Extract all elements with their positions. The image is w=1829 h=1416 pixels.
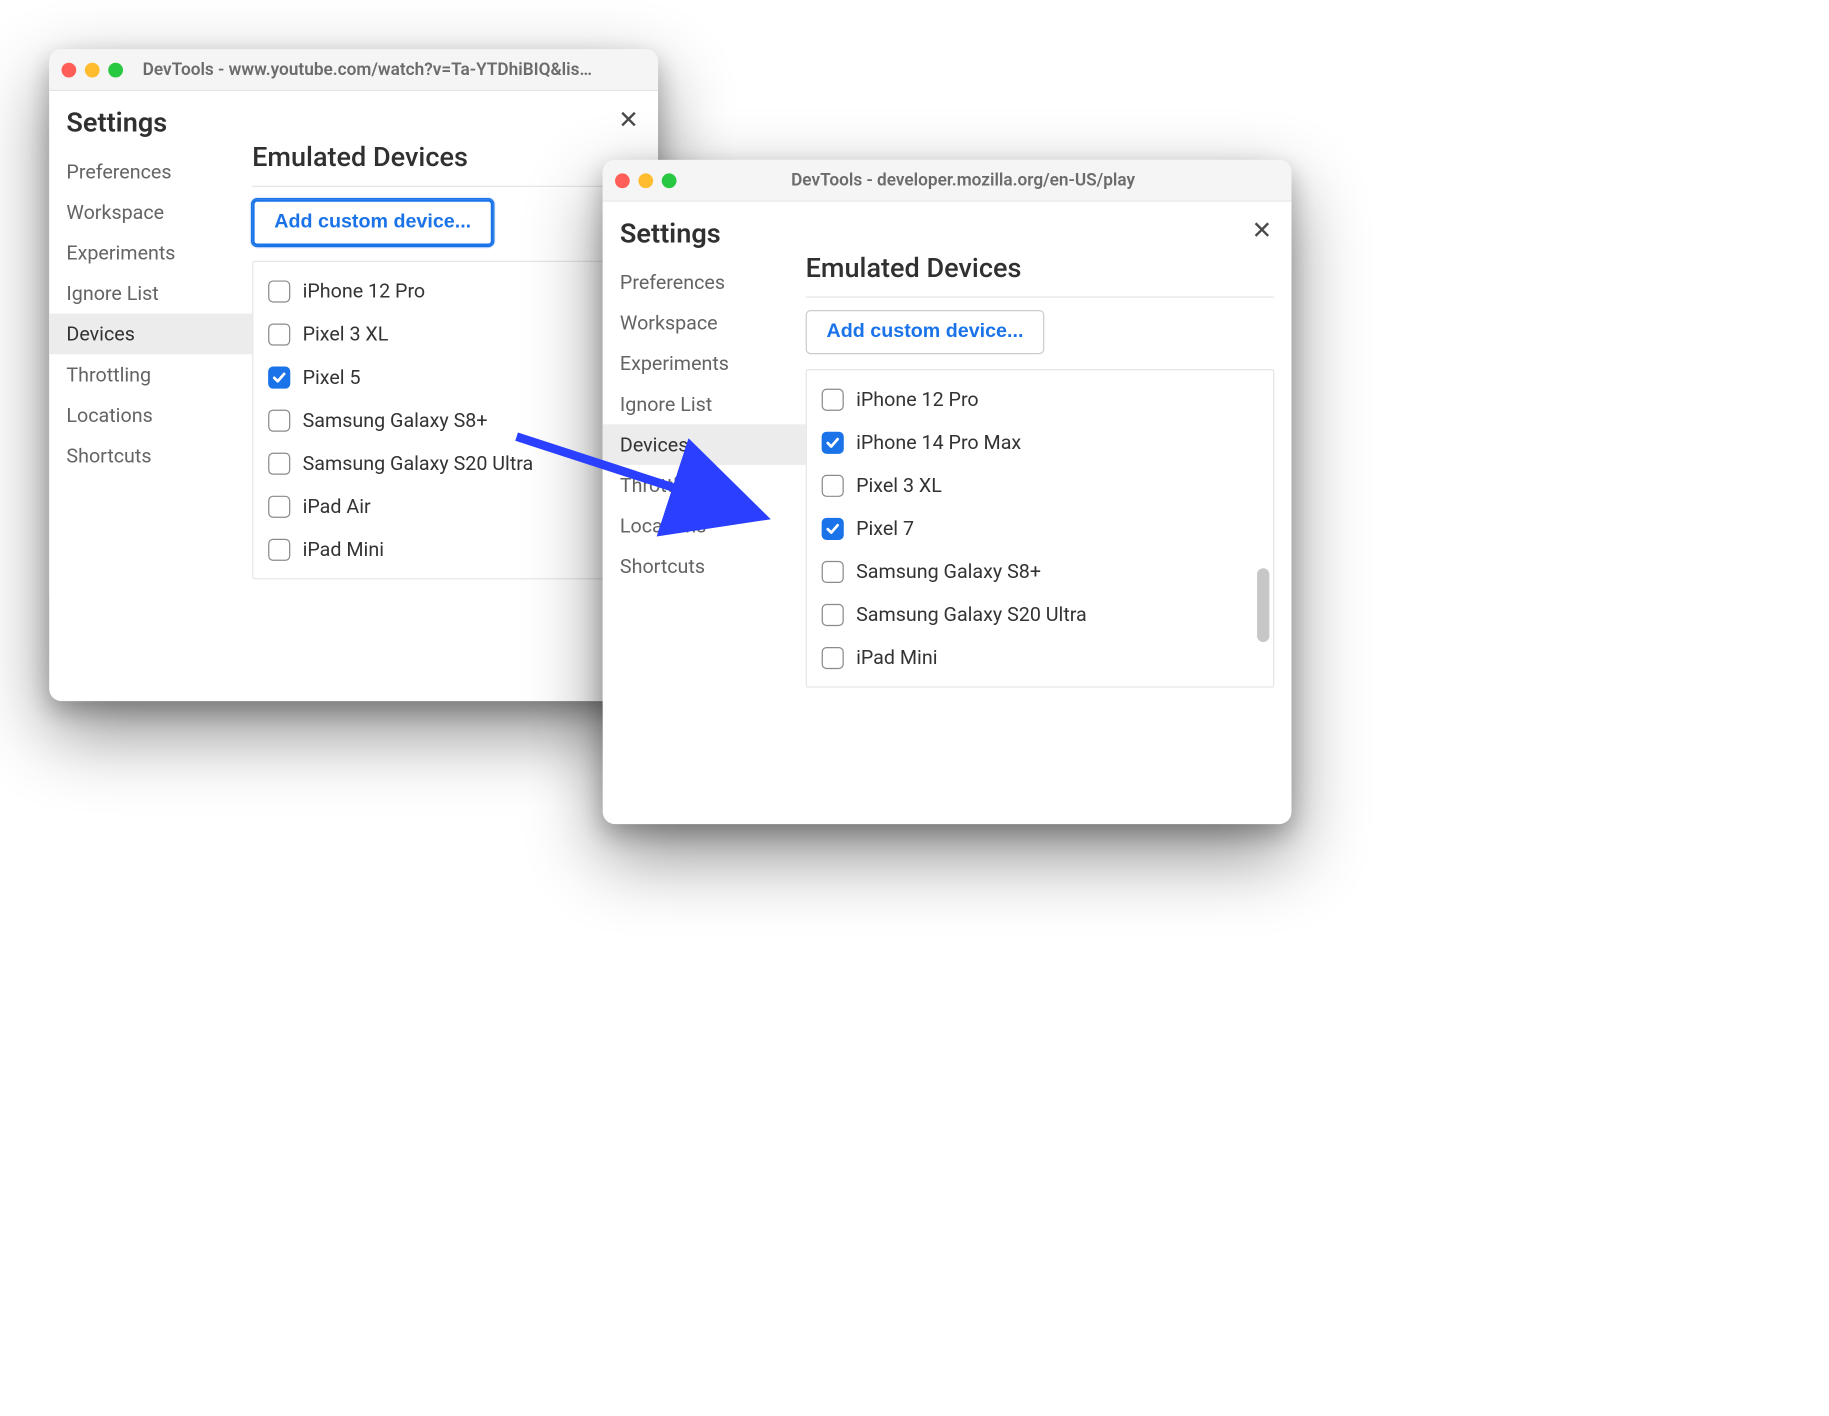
close-window-button[interactable] — [62, 62, 77, 77]
checkbox[interactable] — [822, 603, 844, 625]
devtools-window-b: DevTools - developer.mozilla.org/en-US/p… — [603, 160, 1292, 824]
checkbox[interactable] — [268, 280, 290, 302]
traffic-lights — [615, 173, 677, 188]
sidebar-item-throttling[interactable]: Throttling — [49, 354, 252, 395]
window-title: DevTools - developer.mozilla.org/en-US/p… — [696, 170, 1230, 190]
sidebar-item-devices[interactable]: Devices — [49, 314, 252, 355]
checkbox[interactable] — [268, 323, 290, 345]
device-row[interactable]: Pixel 3 XL — [807, 464, 1273, 507]
close-icon[interactable]: ✕ — [616, 108, 641, 133]
device-label: iPhone 12 Pro — [856, 387, 979, 410]
window-title: DevTools - www.youtube.com/watch?v=Ta-YT… — [143, 60, 597, 80]
checkbox[interactable] — [822, 517, 844, 539]
close-icon[interactable]: ✕ — [1250, 219, 1275, 244]
checkbox[interactable] — [822, 431, 844, 453]
settings-sidebar: Settings PreferencesWorkspaceExperiments… — [49, 91, 252, 597]
checkbox[interactable] — [268, 495, 290, 517]
add-custom-device-button[interactable]: Add custom device... — [806, 310, 1045, 354]
checkbox[interactable] — [822, 474, 844, 496]
device-row[interactable]: iPad Mini — [807, 636, 1273, 679]
device-row[interactable]: Samsung Galaxy S8+ — [253, 399, 639, 442]
device-label: Pixel 5 — [303, 365, 361, 388]
sidebar-item-experiments[interactable]: Experiments — [49, 232, 252, 273]
device-row[interactable]: Samsung Galaxy S20 Ultra — [253, 442, 639, 485]
sidebar-item-experiments[interactable]: Experiments — [603, 343, 806, 384]
device-label: iPhone 14 Pro Max — [856, 431, 1021, 454]
sidebar-item-workspace[interactable]: Workspace — [603, 303, 806, 344]
sidebar-item-preferences[interactable]: Preferences — [49, 151, 252, 192]
device-label: Pixel 3 XL — [856, 474, 942, 497]
traffic-lights — [62, 62, 124, 77]
scrollbar[interactable] — [1257, 378, 1269, 679]
maximize-window-button[interactable] — [662, 173, 677, 188]
device-row[interactable]: Pixel 3 XL — [253, 312, 639, 355]
device-label: Pixel 3 XL — [303, 322, 389, 345]
minimize-window-button[interactable] — [638, 173, 653, 188]
nav-list-b: PreferencesWorkspaceExperimentsIgnore Li… — [603, 262, 806, 587]
checkbox[interactable] — [268, 538, 290, 560]
device-label: iPhone 12 Pro — [303, 279, 426, 302]
sidebar-item-ignore-list[interactable]: Ignore List — [603, 384, 806, 425]
device-list-a: iPhone 12 Pro Pixel 3 XL Pixel 5 Samsung Ga… — [252, 261, 641, 580]
sidebar-item-locations[interactable]: Locations — [49, 395, 252, 436]
device-label: Samsung Galaxy S20 Ultra — [303, 451, 534, 474]
titlebar: DevTools - developer.mozilla.org/en-US/p… — [603, 160, 1292, 202]
checkbox[interactable] — [822, 388, 844, 410]
device-row[interactable]: Pixel 5 — [253, 355, 639, 398]
settings-sidebar: Settings PreferencesWorkspaceExperiments… — [603, 202, 806, 705]
device-row[interactable]: iPad Mini — [253, 528, 639, 571]
maximize-window-button[interactable] — [108, 62, 123, 77]
checkbox[interactable] — [268, 452, 290, 474]
device-label: Samsung Galaxy S8+ — [303, 408, 488, 431]
device-label: Samsung Galaxy S8+ — [856, 560, 1041, 583]
sidebar-item-preferences[interactable]: Preferences — [603, 262, 806, 303]
device-row[interactable]: Pixel 7 — [807, 507, 1273, 550]
minimize-window-button[interactable] — [85, 62, 100, 77]
settings-heading: Settings — [603, 219, 806, 262]
sidebar-item-workspace[interactable]: Workspace — [49, 192, 252, 233]
device-list-b: iPhone 12 Pro iPhone 14 Pro Max Pixel 3 XL… — [806, 369, 1275, 688]
device-row[interactable]: iPhone 12 Pro — [807, 378, 1273, 421]
checkbox[interactable] — [268, 366, 290, 388]
sidebar-item-shortcuts[interactable]: Shortcuts — [49, 435, 252, 476]
device-label: Samsung Galaxy S20 Ultra — [856, 603, 1087, 626]
sidebar-item-shortcuts[interactable]: Shortcuts — [603, 546, 806, 587]
checkbox[interactable] — [268, 409, 290, 431]
device-row[interactable]: iPad Air — [253, 485, 639, 528]
sidebar-item-locations[interactable]: Locations — [603, 506, 806, 547]
device-label: iPad Air — [303, 494, 371, 517]
device-row[interactable]: iPhone 12 Pro — [253, 269, 639, 312]
device-row[interactable]: iPhone 14 Pro Max — [807, 421, 1273, 464]
sidebar-item-ignore-list[interactable]: Ignore List — [49, 273, 252, 314]
device-label: iPad Mini — [856, 646, 937, 669]
device-row[interactable]: Samsung Galaxy S20 Ultra — [807, 593, 1273, 636]
device-label: iPad Mini — [303, 538, 384, 561]
add-custom-device-button[interactable]: Add custom device... — [252, 199, 493, 246]
devtools-window-a: DevTools - www.youtube.com/watch?v=Ta-YT… — [49, 49, 658, 701]
nav-list-a: PreferencesWorkspaceExperimentsIgnore Li… — [49, 151, 252, 476]
sidebar-item-devices[interactable]: Devices — [603, 424, 806, 465]
checkbox[interactable] — [822, 646, 844, 668]
checkbox[interactable] — [822, 560, 844, 582]
emulated-devices-heading: Emulated Devices — [252, 143, 641, 187]
scrollbar-thumb[interactable] — [1257, 568, 1269, 642]
sidebar-item-throttling[interactable]: Throttling — [603, 465, 806, 506]
close-window-button[interactable] — [615, 173, 630, 188]
titlebar: DevTools - www.youtube.com/watch?v=Ta-YT… — [49, 49, 658, 91]
emulated-devices-heading: Emulated Devices — [806, 253, 1275, 297]
settings-heading: Settings — [49, 108, 252, 151]
device-row[interactable]: Samsung Galaxy S8+ — [807, 550, 1273, 593]
device-label: Pixel 7 — [856, 517, 914, 540]
